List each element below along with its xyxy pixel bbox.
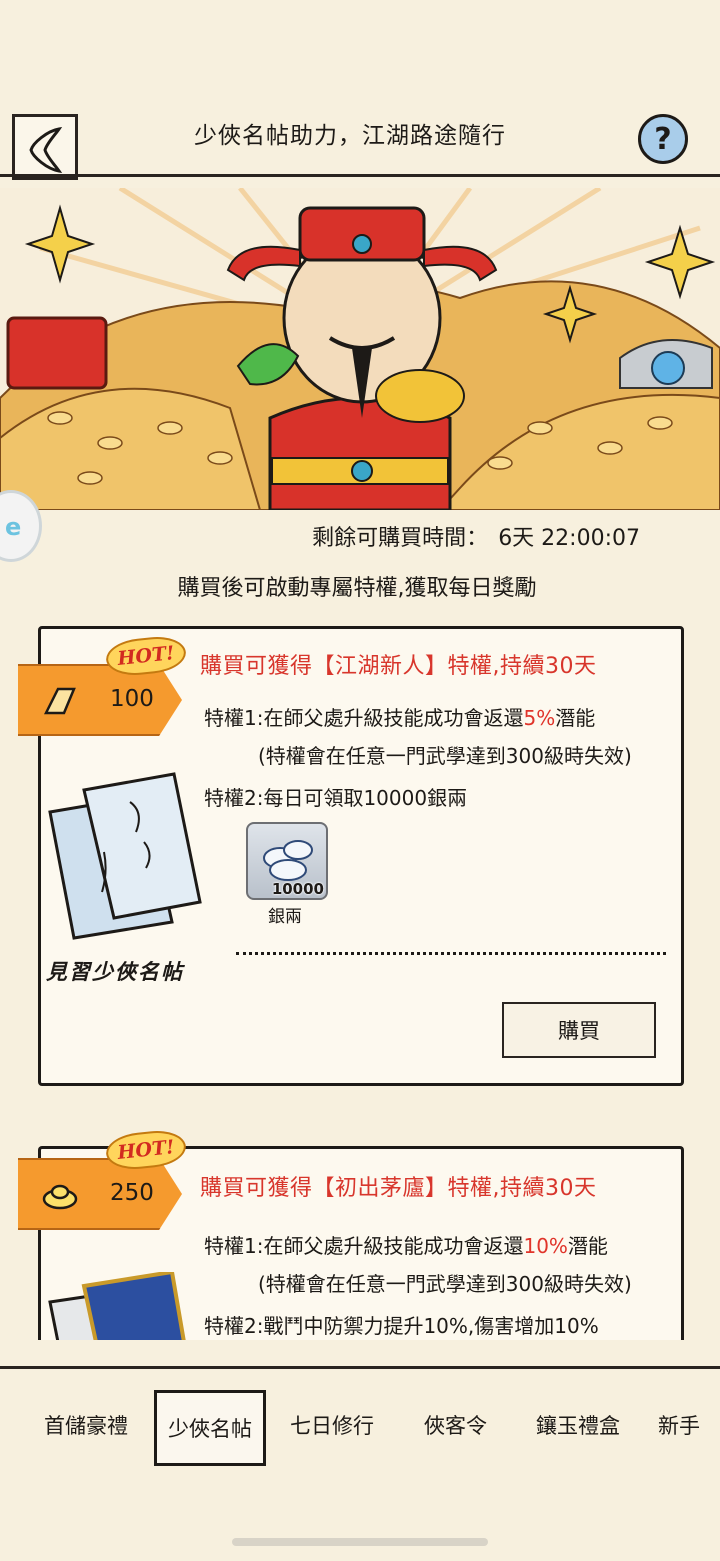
help-button[interactable]: ? (638, 114, 688, 164)
header-divider (0, 174, 720, 177)
perk-1-percent: 10% (523, 1234, 568, 1258)
silver-ingot-icon (263, 840, 313, 881)
reward-name: 銀兩 (268, 907, 302, 927)
help-icon: ? (654, 121, 672, 157)
perk-1-text: 特權1:在師父處升級技能成功會返還 (204, 706, 524, 730)
price-tag: 250 (18, 1158, 182, 1230)
dotted-divider (236, 952, 666, 955)
perk-1-suffix: 潛能 (567, 1234, 608, 1258)
back-arrow-icon (29, 126, 63, 174)
reward-item[interactable]: 10000 (246, 822, 328, 900)
nav-divider (0, 1366, 720, 1369)
card-title: 購買可獲得【初出茅廬】特權,持續30天 (200, 1176, 597, 1201)
nav-tab-seven-day[interactable]: 七日修行 (290, 1410, 374, 1440)
page-title: 少俠名帖助力，江湖路途隨行 (194, 123, 506, 149)
gold-ingot-icon (42, 1184, 78, 1210)
perk-1-percent: 5% (523, 706, 556, 730)
price-tag: 100 (18, 664, 182, 736)
remaining-time-label: 剩餘可購買時間： (312, 526, 489, 551)
perk-2: 特權2:每日可領取10000銀兩 (204, 786, 468, 810)
privilege-subtitle: 購買後可啟動專屬特權,獲取每日獎勵 (177, 576, 537, 601)
remaining-time: 剩餘可購買時間： 6天 22:00:07 (0, 520, 640, 552)
banner-illustration (0, 188, 720, 510)
perk-1: 特權1:在師父處升級技能成功會返還5%潛能 (204, 702, 595, 731)
nav-tab-first-recharge[interactable]: 首儲豪禮 (44, 1410, 128, 1440)
bottom-nav (0, 1340, 720, 1561)
name-card-illustration (48, 772, 202, 940)
remaining-time-value: 6天 22:00:07 (498, 526, 640, 551)
perk-2: 特權2:戰鬥中防禦力提升10%,傷害增加10% (204, 1314, 599, 1338)
perk-1: 特權1:在師父處升級技能成功會返還10%潛能 (204, 1230, 608, 1259)
name-card-illustration (48, 1272, 187, 1342)
nav-tab-jade-box[interactable]: 鑲玉禮盒 (536, 1410, 620, 1440)
god-of-wealth-banner (0, 188, 720, 510)
reward-count: 10000 (271, 880, 324, 898)
perk-1-suffix: 潛能 (555, 706, 596, 730)
price-value: 100 (110, 686, 154, 712)
nav-tab-name-card[interactable]: 少俠名帖 (154, 1390, 266, 1466)
perk-1-text: 特權1:在師父處升級技能成功會返還 (204, 1234, 524, 1258)
status-bar-area (0, 0, 720, 100)
buy-button[interactable]: 購買 (502, 1002, 656, 1058)
price-value: 250 (110, 1180, 154, 1206)
perk-1-note: (特權會在任意一門武學達到300級時失效) (258, 1272, 632, 1296)
card-caption: 見習少俠名帖 (46, 959, 184, 984)
card-title: 購買可獲得【江湖新人】特權,持續30天 (200, 654, 597, 679)
back-button[interactable] (12, 114, 78, 180)
gold-bar-icon (43, 687, 76, 715)
nav-tab-xiake-token[interactable]: 俠客令 (424, 1410, 487, 1440)
perk-1-note: (特權會在任意一門武學達到300級時失效) (258, 744, 632, 768)
nav-tab-newbie[interactable]: 新手 (658, 1410, 700, 1440)
home-indicator (232, 1538, 488, 1546)
